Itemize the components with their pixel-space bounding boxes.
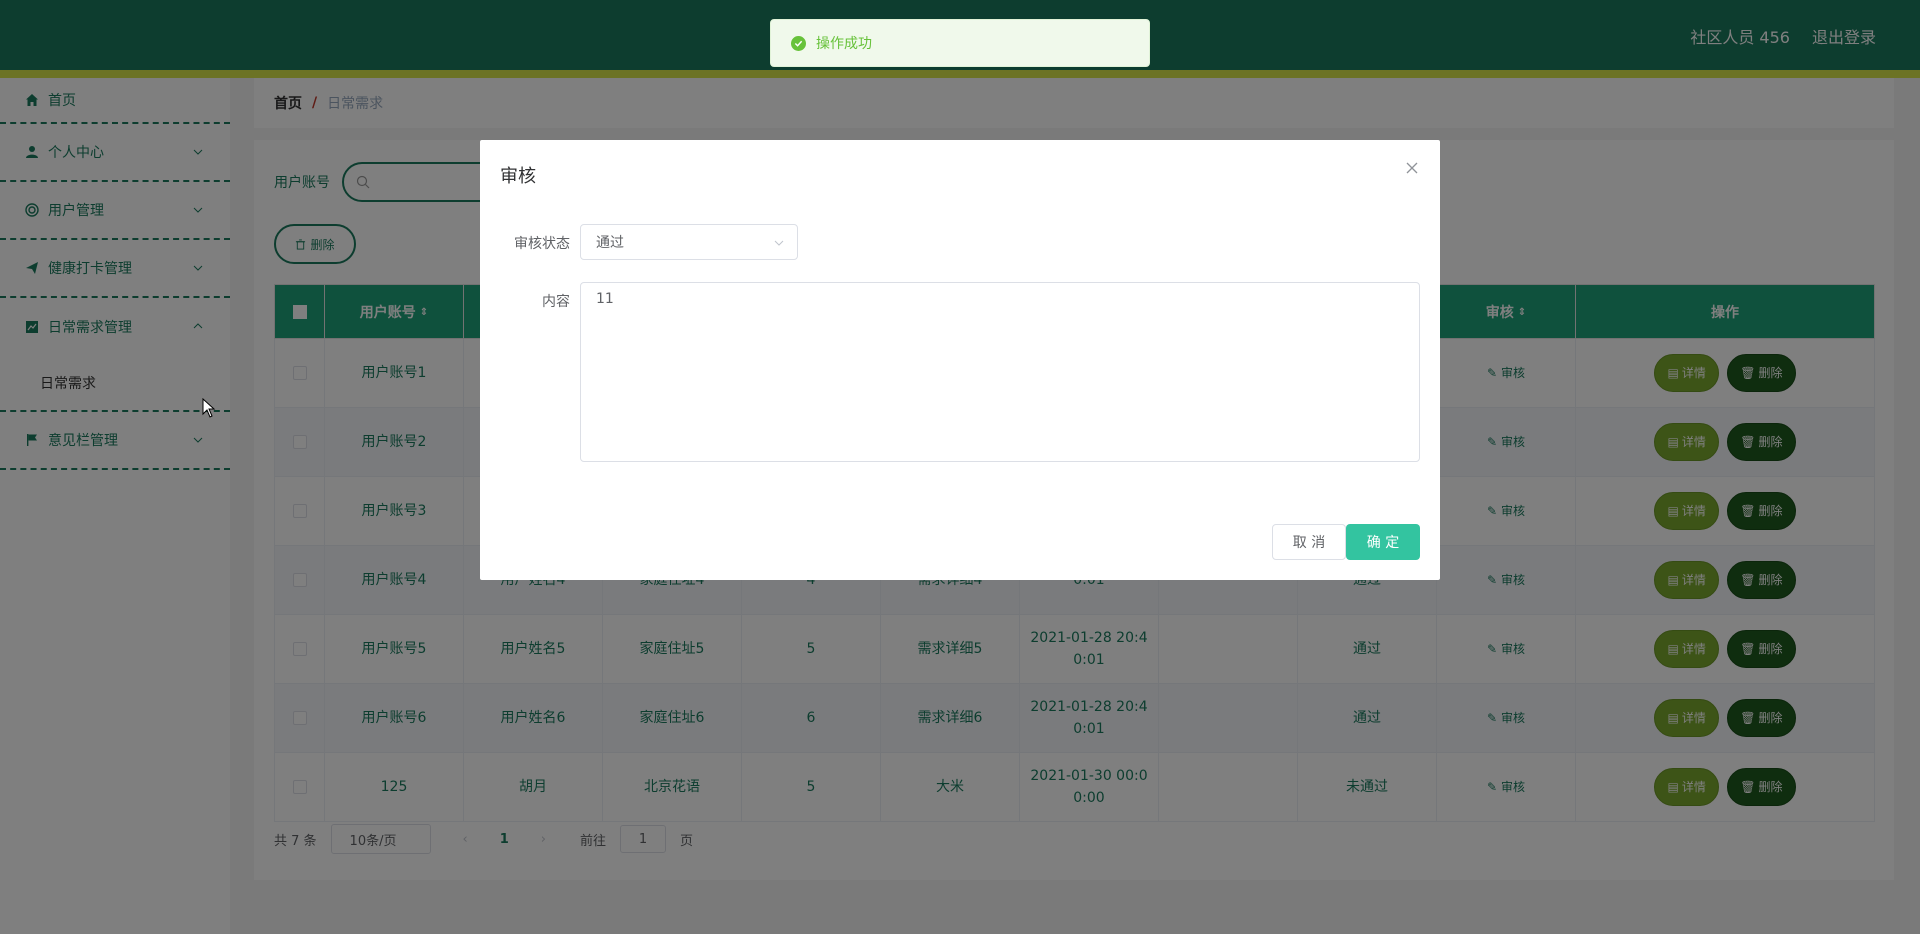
cancel-button[interactable]: 取 消	[1272, 524, 1346, 560]
chevron-down-icon	[774, 240, 784, 246]
status-label: 审核状态	[514, 236, 570, 252]
confirm-button[interactable]: 确 定	[1346, 524, 1420, 560]
content-label: 内容	[542, 294, 570, 310]
toast-message: 操作成功	[816, 36, 872, 52]
status-select[interactable]: 通过	[580, 224, 798, 260]
check-circle-icon	[791, 35, 806, 51]
dialog-title: 审核	[500, 166, 536, 187]
content-textarea[interactable]: 11	[580, 282, 1420, 462]
close-icon[interactable]	[1404, 160, 1420, 176]
audit-dialog: 审核 审核状态 通过 内容 11 取 消 确 定	[480, 140, 1440, 580]
success-toast: 操作成功	[770, 19, 1150, 67]
status-value: 通过	[596, 235, 624, 251]
mouse-cursor-icon	[202, 398, 216, 418]
